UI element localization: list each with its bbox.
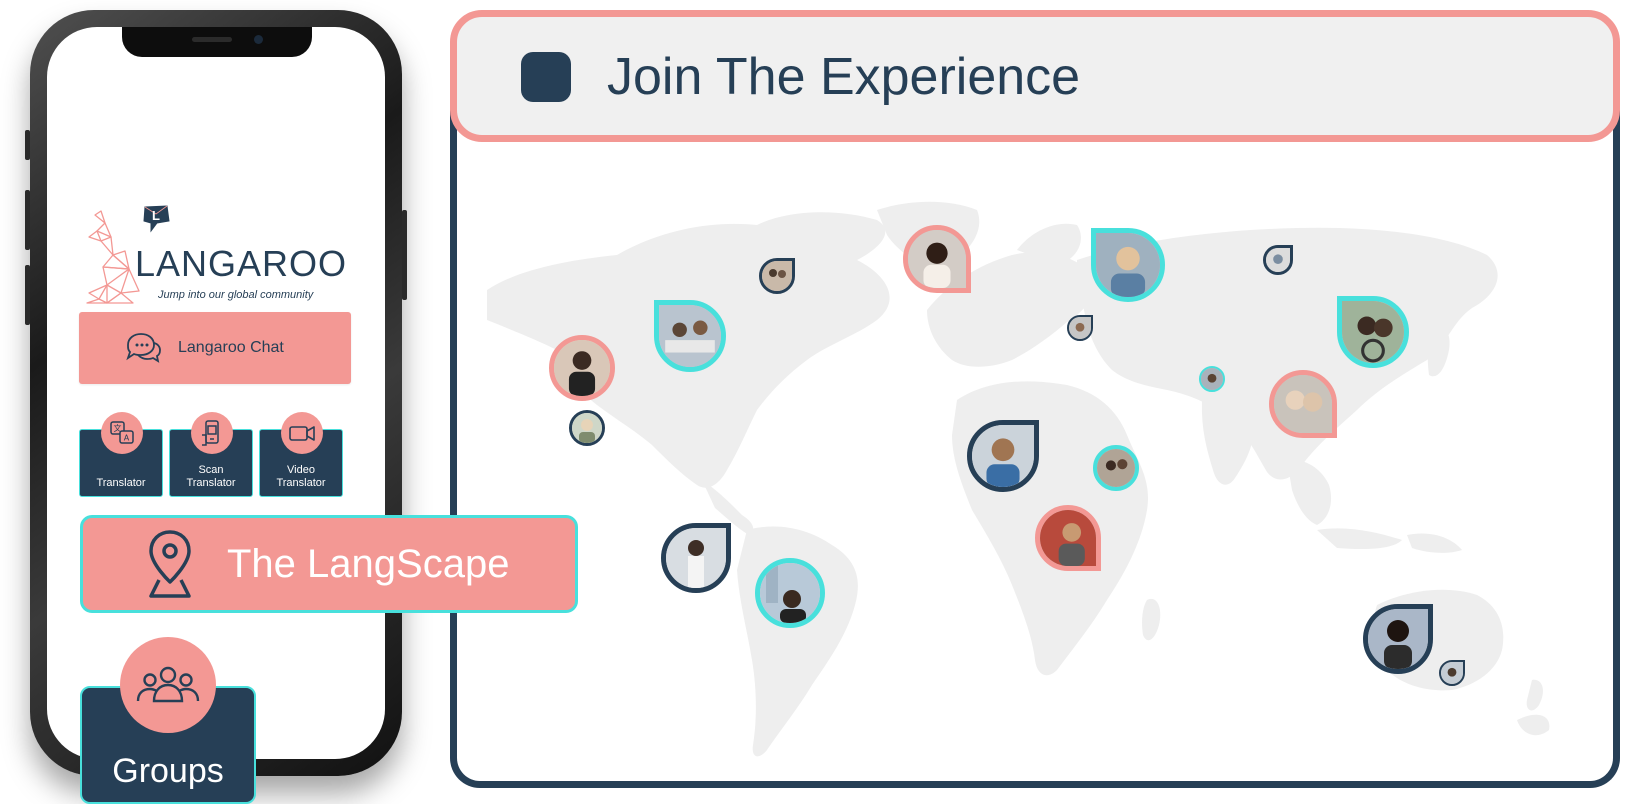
avatar-small-group[interactable] xyxy=(1199,366,1225,392)
translate-icon: 文 A xyxy=(110,421,134,444)
scan-icon-circle xyxy=(191,412,233,454)
video-icon-circle xyxy=(281,412,323,454)
person-photo xyxy=(554,340,610,396)
person-photo xyxy=(1266,248,1290,272)
person-photo xyxy=(572,413,602,443)
chat-bubbles-icon xyxy=(126,333,161,363)
translator-tile-label: Translator xyxy=(96,477,146,489)
avatar-businesswoman[interactable] xyxy=(661,523,731,593)
scan-tile-label: Scan Translator xyxy=(186,464,236,489)
video-camera-icon xyxy=(289,426,315,441)
scan-phone-icon xyxy=(202,420,219,446)
scan-translator-tile[interactable]: Scan Translator xyxy=(169,412,253,497)
brand-name: LANGAROO xyxy=(135,243,348,284)
translator-icon-circle: 文 A xyxy=(101,412,143,454)
svg-text:文: 文 xyxy=(114,423,122,433)
phone-volume-down xyxy=(25,265,30,325)
avatar-team-meeting[interactable] xyxy=(654,300,726,372)
translator-tile[interactable]: 文 A Translator xyxy=(79,412,163,497)
person-photo xyxy=(972,425,1034,487)
phone-screen: L LANGAROO Jump into our global communit… xyxy=(47,27,385,759)
person-photo xyxy=(666,528,726,588)
avatar-small-bottom[interactable] xyxy=(1439,660,1465,686)
phone-mute-switch xyxy=(25,130,30,160)
person-photo xyxy=(760,563,820,623)
avatar-cyclist-couple[interactable] xyxy=(1337,296,1409,368)
brand-tagline: Jump into our global community xyxy=(158,289,314,301)
langaroo-chat-button[interactable]: Langaroo Chat xyxy=(79,312,351,384)
person-photo xyxy=(1097,449,1135,487)
chat-button-label: Langaroo Chat xyxy=(178,339,284,356)
video-translator-tile[interactable]: Video Translator xyxy=(259,412,343,497)
person-photo xyxy=(659,305,721,367)
person-photo xyxy=(1040,510,1096,566)
phone-volume-up xyxy=(25,190,30,250)
avatar-woman-city[interactable] xyxy=(755,558,825,628)
avatar-group-table[interactable] xyxy=(1093,445,1139,491)
avatar-small-top[interactable] xyxy=(1263,245,1293,275)
person-photo xyxy=(1201,368,1223,390)
avatar-woman-laptop[interactable] xyxy=(549,335,615,401)
avatar-group-small[interactable] xyxy=(759,258,795,294)
front-camera xyxy=(254,35,263,44)
map-pin-icon xyxy=(149,530,191,598)
avatar-older-woman[interactable] xyxy=(569,410,605,446)
avatar-woman-glasses[interactable] xyxy=(1091,228,1165,302)
kangaroo-icon xyxy=(86,210,140,304)
person-photo xyxy=(1069,317,1091,339)
langscape-button[interactable]: The LangScape xyxy=(80,515,578,613)
page-title: Join The Experience xyxy=(607,48,1081,106)
world-map-panel xyxy=(450,60,1620,788)
avatar-small-man[interactable] xyxy=(1067,315,1093,341)
person-photo xyxy=(1441,662,1463,684)
person-photo xyxy=(1342,301,1404,363)
phone-power-button xyxy=(402,210,407,300)
avatar-man-street[interactable] xyxy=(1035,505,1101,571)
phone-notch xyxy=(122,27,312,57)
avatar-elderly-couple[interactable] xyxy=(1269,370,1337,438)
avatar-woman-phone-dark[interactable] xyxy=(1363,604,1433,674)
speaker-grille xyxy=(192,37,232,42)
canvas: L LANGAROO Jump into our global communit… xyxy=(0,0,1633,804)
groups-label: Groups xyxy=(112,752,224,790)
video-tile-label: Video Translator xyxy=(276,464,326,489)
header-bar: Join The Experience xyxy=(450,10,1620,142)
person-photo xyxy=(1368,609,1428,669)
avatar-man-smiling[interactable] xyxy=(967,420,1039,492)
langaroo-logo: L LANGAROO Jump into our global communit… xyxy=(83,197,353,312)
person-photo xyxy=(1096,233,1160,297)
person-photo xyxy=(762,261,792,291)
avatar-woman-phone[interactable] xyxy=(903,225,971,293)
people-group-icon xyxy=(136,666,200,703)
groups-icon-circle[interactable] xyxy=(120,637,216,733)
header-square-icon xyxy=(521,52,571,102)
langscape-label: The LangScape xyxy=(227,541,510,586)
logo-letter: L xyxy=(152,208,160,223)
person-photo xyxy=(908,230,966,288)
svg-text:A: A xyxy=(124,434,130,443)
phone-mockup: L LANGAROO Jump into our global communit… xyxy=(25,10,407,776)
person-photo xyxy=(1274,375,1332,433)
